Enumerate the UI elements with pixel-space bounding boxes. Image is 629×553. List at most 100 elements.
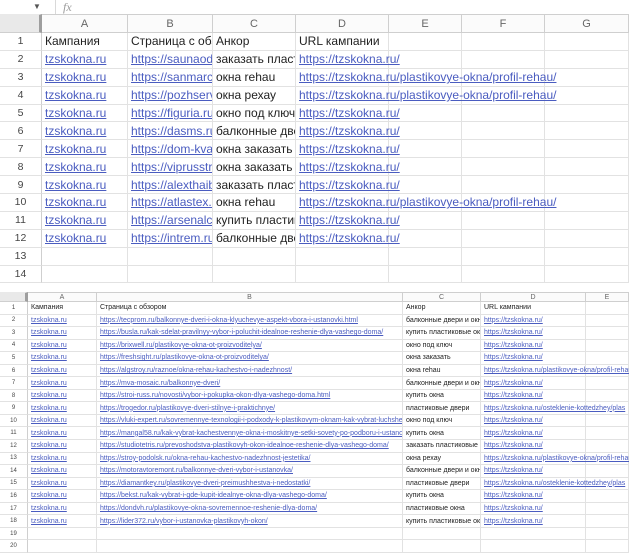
cell-D3[interactable]: https://tzskokna.ru/: [481, 327, 586, 340]
cell-A5[interactable]: tzskokna.ru: [42, 105, 128, 123]
row-header-4[interactable]: 4: [0, 87, 42, 105]
column-header-E[interactable]: E: [586, 292, 629, 302]
cell-G6[interactable]: [545, 122, 629, 140]
cell-A12[interactable]: tzskokna.ru: [28, 440, 97, 453]
cell-D18[interactable]: https://tzskokna.ru/: [481, 515, 586, 528]
cell-D16[interactable]: https://tzskokna.ru/: [481, 490, 586, 503]
row-header-19[interactable]: 19: [0, 528, 28, 541]
row-header-20[interactable]: 20: [0, 540, 28, 553]
cell-D4[interactable]: https://tzskokna.ru/plastikovye-okna/pro…: [296, 87, 389, 105]
cell-C14[interactable]: балконные двери и окна: [403, 465, 481, 478]
cell-C9[interactable]: пластиковые двери: [403, 402, 481, 415]
cell-C10[interactable]: окна rehau: [213, 194, 296, 212]
cell-B3[interactable]: https://busla.ru/kak-sdelat-pravilnyy-vy…: [97, 327, 403, 340]
column-header-A[interactable]: A: [28, 292, 97, 302]
cell-C11[interactable]: купить окна: [403, 427, 481, 440]
cell-F12[interactable]: [462, 230, 545, 248]
cell-E4[interactable]: [586, 340, 629, 353]
column-header-F[interactable]: F: [462, 14, 545, 33]
cell-F2[interactable]: [462, 51, 545, 69]
cell-G3[interactable]: [545, 69, 629, 87]
cell-F6[interactable]: [462, 122, 545, 140]
row-header-1[interactable]: 1: [0, 302, 28, 315]
cell-C12[interactable]: балконные двери и окна: [213, 230, 296, 248]
cell-C4[interactable]: окна рехау: [213, 87, 296, 105]
cell-D13[interactable]: https://tzskokna.ru/plastikovye-okna/pro…: [481, 453, 586, 466]
cell-B20[interactable]: [97, 540, 403, 553]
cell-B11[interactable]: https://mangal58.ru/kak-vybrat-kachestve…: [97, 427, 403, 440]
cell-A10[interactable]: tzskokna.ru: [42, 194, 128, 212]
cell-E2[interactable]: [586, 315, 629, 328]
cell-A15[interactable]: tzskokna.ru: [28, 478, 97, 491]
cell-G10[interactable]: [545, 194, 629, 212]
column-header-C[interactable]: C: [403, 292, 481, 302]
cell-D12[interactable]: https://tzskokna.ru/: [296, 230, 389, 248]
cell-E5[interactable]: [586, 352, 629, 365]
cell-D14[interactable]: [296, 266, 389, 284]
row-header-10[interactable]: 10: [0, 194, 42, 212]
cell-A19[interactable]: [28, 528, 97, 541]
cell-A6[interactable]: tzskokna.ru: [28, 365, 97, 378]
cell-C1[interactable]: Анкор: [213, 33, 296, 51]
row-header-8[interactable]: 8: [0, 390, 28, 403]
cell-C13[interactable]: [213, 248, 296, 266]
cell-A14[interactable]: [42, 266, 128, 284]
cell-B5[interactable]: https://figuria.ru/: [128, 105, 213, 123]
cell-G9[interactable]: [545, 176, 629, 194]
cell-A1[interactable]: Кампания: [28, 302, 97, 315]
cell-D7[interactable]: https://tzskokna.ru/: [481, 377, 586, 390]
cell-E8[interactable]: [586, 390, 629, 403]
cell-F11[interactable]: [462, 212, 545, 230]
cell-D17[interactable]: https://tzskokna.ru/: [481, 503, 586, 516]
row-header-11[interactable]: 11: [0, 427, 28, 440]
column-header-G[interactable]: G: [545, 14, 629, 33]
cell-E16[interactable]: [586, 490, 629, 503]
cell-B13[interactable]: https://stroy-podolsk.ru/okna-rehau-kach…: [97, 453, 403, 466]
cell-G5[interactable]: [545, 105, 629, 123]
cell-C1[interactable]: Анкор: [403, 302, 481, 315]
cell-F9[interactable]: [462, 176, 545, 194]
name-box-dropdown-arrow-icon[interactable]: ▼: [33, 1, 41, 13]
cell-B14[interactable]: [128, 266, 213, 284]
cell-G14[interactable]: [545, 266, 629, 284]
row-header-7[interactable]: 7: [0, 140, 42, 158]
cell-D20[interactable]: [481, 540, 586, 553]
cell-B4[interactable]: https://brixwell.ru/plastikovye-okna-ot-…: [97, 340, 403, 353]
cell-D8[interactable]: https://tzskokna.ru/: [296, 158, 389, 176]
cell-E10[interactable]: [586, 415, 629, 428]
cell-E1[interactable]: [586, 302, 629, 315]
cell-A11[interactable]: tzskokna.ru: [42, 212, 128, 230]
cell-B7[interactable]: https://mva-mosaic.ru/balkonnye-dveri/: [97, 377, 403, 390]
cell-A9[interactable]: tzskokna.ru: [42, 176, 128, 194]
cell-F13[interactable]: [462, 248, 545, 266]
cell-A9[interactable]: tzskokna.ru: [28, 402, 97, 415]
cell-C8[interactable]: купить окна: [403, 390, 481, 403]
row-header-8[interactable]: 8: [0, 158, 42, 176]
cell-G2[interactable]: [545, 51, 629, 69]
cell-A16[interactable]: tzskokna.ru: [28, 490, 97, 503]
row-header-6[interactable]: 6: [0, 365, 28, 378]
cell-A13[interactable]: tzskokna.ru: [28, 453, 97, 466]
cell-D8[interactable]: https://tzskokna.ru/: [481, 390, 586, 403]
cell-B17[interactable]: https://dondvh.ru/plastikovye-okna-sovre…: [97, 503, 403, 516]
cell-B14[interactable]: https://motoravtoremont.ru/balkonnye-dve…: [97, 465, 403, 478]
cell-D9[interactable]: https://tzskokna.ru/osteklenie-kottedzhe…: [481, 402, 586, 415]
cell-D4[interactable]: https://tzskokna.ru/: [481, 340, 586, 353]
row-header-7[interactable]: 7: [0, 377, 28, 390]
row-header-13[interactable]: 13: [0, 453, 28, 466]
cell-D1[interactable]: URL кампании: [296, 33, 389, 51]
cell-G11[interactable]: [545, 212, 629, 230]
row-header-12[interactable]: 12: [0, 440, 28, 453]
cell-C14[interactable]: [213, 266, 296, 284]
cell-F7[interactable]: [462, 140, 545, 158]
cell-E7[interactable]: [586, 377, 629, 390]
cell-E11[interactable]: [586, 427, 629, 440]
cell-A2[interactable]: tzskokna.ru: [28, 315, 97, 328]
cell-C6[interactable]: окна rehau: [403, 365, 481, 378]
cell-D1[interactable]: URL кампании: [481, 302, 586, 315]
cell-A17[interactable]: tzskokna.ru: [28, 503, 97, 516]
cell-G13[interactable]: [545, 248, 629, 266]
cell-B9[interactable]: https://trogedor.ru/plastikovye-dveri-st…: [97, 402, 403, 415]
cell-D11[interactable]: https://tzskokna.ru/: [296, 212, 389, 230]
cell-E18[interactable]: [586, 515, 629, 528]
